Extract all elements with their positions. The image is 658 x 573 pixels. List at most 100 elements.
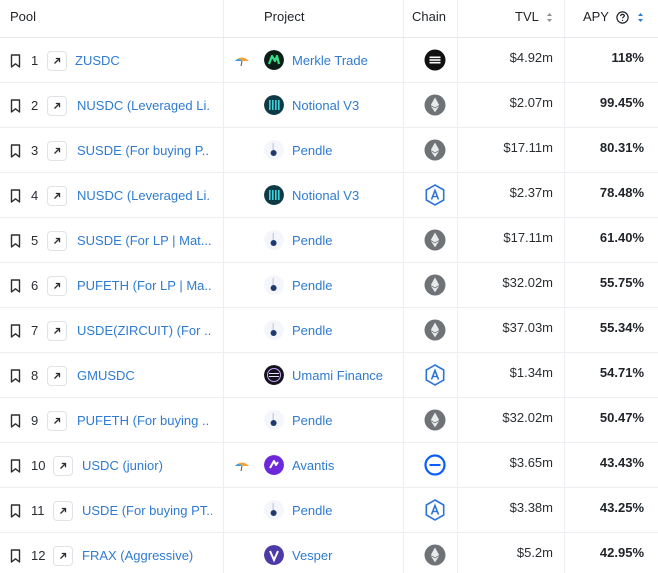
apy-value: 42.95%: [599, 544, 644, 560]
apy-value: 43.25%: [599, 499, 644, 515]
bookmark-icon[interactable]: [10, 308, 22, 353]
project-name-link[interactable]: Pendle: [292, 308, 332, 353]
pool-name-link[interactable]: SUSDE (For buying P..: [77, 128, 209, 173]
external-link-button[interactable]: [53, 488, 73, 533]
bookmark-icon[interactable]: [10, 128, 22, 173]
external-link-button[interactable]: [47, 398, 67, 443]
tvl-value: $3.65m: [509, 454, 553, 470]
table-row: 4 NUSDC (Leveraged Li. Notional V3 $2.37…: [0, 173, 658, 218]
umbrella-icon: [234, 38, 250, 83]
header-tvl: TVL: [515, 9, 539, 24]
rank-number: 4: [31, 188, 39, 203]
table-row: 12 FRAX (Aggressive) Vesper $5.2m 42.95%: [0, 533, 658, 573]
pool-name-link[interactable]: NUSDC (Leveraged Li.: [77, 173, 210, 218]
external-link-button[interactable]: [47, 83, 67, 128]
project-name-link[interactable]: Notional V3: [292, 83, 359, 128]
table-row: 2 NUSDC (Leveraged Li. Notional V3 $2.07…: [0, 83, 658, 128]
ethena-chain-icon: [424, 49, 446, 71]
pool-name-link[interactable]: USDE (For buying PT..: [82, 488, 212, 533]
table-row: 10 USDC (junior) Avantis $3.65m 43.43%: [0, 443, 658, 488]
avantis-logo: [264, 455, 284, 475]
arbitrum-chain-icon: [424, 499, 446, 521]
arbitrum-chain-icon: [424, 364, 446, 386]
pool-name-link[interactable]: PUFETH (For buying ..: [77, 398, 209, 443]
bookmark-icon[interactable]: [10, 443, 22, 488]
bookmark-icon[interactable]: [10, 83, 22, 128]
project-name-link[interactable]: Umami Finance: [292, 353, 383, 398]
ethereum-chain-icon: [424, 544, 446, 566]
pool-name-link[interactable]: USDE(ZIRCUIT) (For ...: [77, 308, 212, 353]
external-link-button[interactable]: [53, 533, 73, 573]
bookmark-icon[interactable]: [10, 263, 22, 308]
apy-value: 54.71%: [599, 364, 644, 380]
external-link-icon: [47, 50, 67, 71]
pendle-logo: [264, 230, 284, 250]
ethereum-chain-icon: [424, 229, 446, 251]
external-link-button[interactable]: [47, 128, 67, 173]
rank-number: 6: [31, 278, 39, 293]
rank-number: 5: [31, 233, 39, 248]
bookmark-icon[interactable]: [10, 488, 22, 533]
project-name-link[interactable]: Pendle: [292, 128, 332, 173]
apy-value: 99.45%: [599, 94, 644, 110]
project-name-link[interactable]: Avantis: [292, 443, 334, 488]
question-circle-icon[interactable]: [616, 11, 630, 24]
bookmark-icon[interactable]: [10, 218, 22, 263]
external-link-button[interactable]: [47, 353, 67, 398]
external-link-button[interactable]: [47, 218, 67, 263]
rank-number: 3: [31, 143, 39, 158]
external-link-icon: [47, 230, 67, 251]
tvl-value: $17.11m: [503, 229, 553, 245]
external-link-icon: [47, 95, 67, 116]
project-name-link[interactable]: Pendle: [292, 488, 332, 533]
table-row: 8 GMUSDC Umami Finance $1.34m 54.71%: [0, 353, 658, 398]
bookmark-icon[interactable]: [10, 38, 22, 83]
external-link-button[interactable]: [47, 263, 67, 308]
project-name-link[interactable]: Pendle: [292, 218, 332, 263]
external-link-button[interactable]: [53, 443, 73, 488]
pool-name-link[interactable]: FRAX (Aggressive): [82, 533, 193, 573]
umbrella-icon: [234, 443, 250, 488]
rank-number: 10: [31, 458, 46, 473]
pool-name-link[interactable]: PUFETH (For LP | Ma..: [77, 263, 212, 308]
bookmark-icon[interactable]: [10, 353, 22, 398]
pool-name-link[interactable]: GMUSDC: [77, 353, 135, 398]
bookmark-icon[interactable]: [10, 398, 22, 443]
project-name-link[interactable]: Notional V3: [292, 173, 359, 218]
base-chain-icon: [424, 454, 446, 476]
pool-name-link[interactable]: ZUSDC: [75, 38, 120, 83]
pool-name-link[interactable]: SUSDE (For LP | Mat...: [77, 218, 212, 263]
header-apy-sort[interactable]: APY: [583, 0, 644, 38]
pendle-logo: [264, 140, 284, 160]
yield-pools-table: Pool Project Chain TVL APY 1 ZUSDC Merkl…: [0, 0, 658, 573]
table-row: 3 SUSDE (For buying P.. Pendle $17.11m 8…: [0, 128, 658, 173]
pendle-logo: [264, 275, 284, 295]
umami-logo: [264, 365, 284, 385]
external-link-icon: [53, 455, 73, 476]
pendle-logo: [264, 320, 284, 340]
table-row: 5 SUSDE (For LP | Mat... Pendle $17.11m …: [0, 218, 658, 263]
external-link-button[interactable]: [47, 308, 67, 353]
bookmark-icon[interactable]: [10, 173, 22, 218]
pendle-logo: [264, 500, 284, 520]
external-link-button[interactable]: [47, 173, 67, 218]
external-link-button[interactable]: [47, 38, 67, 83]
table-row: 6 PUFETH (For LP | Ma.. Pendle $32.02m 5…: [0, 263, 658, 308]
project-name-link[interactable]: Pendle: [292, 263, 332, 308]
project-name-link[interactable]: Merkle Trade: [292, 38, 368, 83]
apy-value: 55.34%: [599, 319, 644, 335]
project-name-link[interactable]: Vesper: [292, 533, 332, 573]
pool-name-link[interactable]: USDC (junior): [82, 443, 163, 488]
pool-name-link[interactable]: NUSDC (Leveraged Li.: [77, 83, 210, 128]
merkle-logo: [264, 50, 284, 70]
bookmark-icon[interactable]: [10, 533, 22, 573]
project-name-link[interactable]: Pendle: [292, 398, 332, 443]
tvl-value: $17.11m: [503, 139, 553, 155]
tvl-value: $5.2m: [516, 544, 553, 560]
tvl-value: $32.02m: [502, 274, 553, 290]
external-link-icon: [47, 410, 67, 431]
apy-value: 80.31%: [599, 139, 644, 155]
header-tvl-sort[interactable]: TVL: [515, 0, 553, 38]
ethereum-chain-icon: [424, 274, 446, 296]
ethereum-chain-icon: [424, 409, 446, 431]
